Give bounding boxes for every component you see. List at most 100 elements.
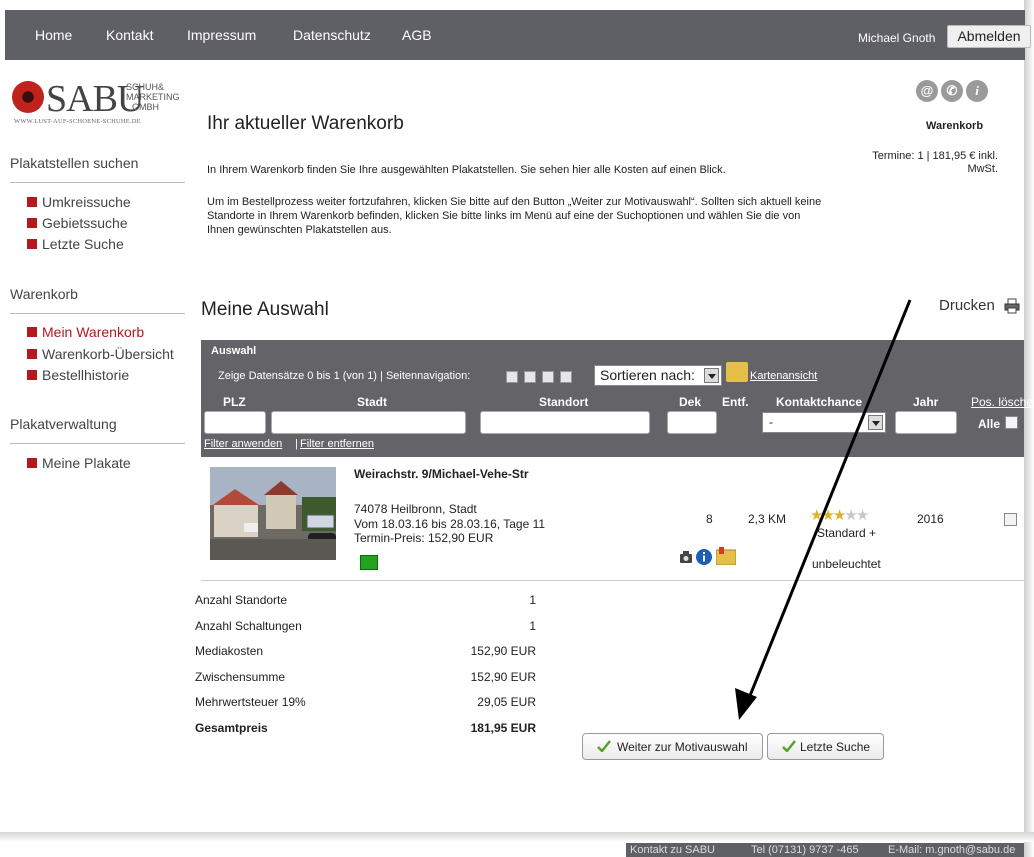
button-label: Letzte Suche bbox=[800, 740, 871, 754]
location-lighting: unbeleuchtet bbox=[812, 557, 881, 571]
totals-label: Mediakosten bbox=[195, 644, 264, 658]
prev-page-button[interactable] bbox=[524, 371, 536, 383]
location-dek: 8 bbox=[706, 512, 713, 526]
filter-apply-link[interactable]: Filter anwenden bbox=[204, 438, 282, 450]
nav-impressum[interactable]: Impressum bbox=[187, 27, 256, 43]
continue-motif-button[interactable]: Weiter zur Motivauswahl bbox=[582, 733, 763, 760]
sidebar-item-label: Gebietssuche bbox=[42, 215, 128, 231]
plz-filter-input[interactable] bbox=[204, 411, 266, 434]
location-price: Termin-Preis: 152,90 EUR bbox=[354, 531, 494, 545]
first-page-button[interactable] bbox=[506, 371, 518, 383]
sidebar-item-label: Umkreissuche bbox=[42, 194, 131, 210]
table-header-title: Auswahl bbox=[211, 345, 257, 357]
last-page-button[interactable] bbox=[560, 371, 572, 383]
footer-email[interactable]: E-Mail: m.gnoth@sabu.de bbox=[888, 844, 1015, 856]
phone-icon[interactable]: ✆ bbox=[941, 80, 963, 102]
stadt-filter-input[interactable] bbox=[271, 411, 466, 434]
logo-subtitle-line: GMBH bbox=[132, 102, 159, 112]
filter-remove-link[interactable]: Filter entfernen bbox=[300, 438, 374, 450]
nav-agb[interactable]: AGB bbox=[402, 27, 432, 43]
logo-url: WWW.LUST-AUF-SCHOENE-SCHUHE.DE bbox=[14, 118, 141, 125]
sidebar-heading-search: Plakatstellen suchen bbox=[10, 155, 139, 171]
sidebar-heading-admin: Plakatverwaltung bbox=[10, 416, 117, 432]
delete-position-checkbox[interactable] bbox=[1004, 513, 1017, 526]
print-icon[interactable] bbox=[1004, 298, 1020, 314]
location-year: 2016 bbox=[917, 512, 944, 526]
sidebar-item-label: Warenkorb-Übersicht bbox=[42, 346, 174, 362]
column-header-stadt: Stadt bbox=[357, 395, 387, 409]
sidebar-divider bbox=[10, 313, 185, 314]
select-all-label: Alle bbox=[978, 417, 1001, 431]
bullet-square-icon bbox=[27, 349, 37, 359]
column-header-kontaktchance: Kontaktchance bbox=[776, 395, 863, 409]
totals-value: 1 bbox=[529, 593, 536, 607]
sidebar-item-label: Mein Warenkorb bbox=[42, 324, 145, 340]
instructions-text: Um im Bestellprozess weiter fortzufahren… bbox=[207, 196, 822, 236]
column-header-standort: Standort bbox=[539, 395, 589, 409]
green-flag-icon bbox=[360, 555, 378, 570]
kontaktchance-value: - bbox=[769, 415, 773, 429]
totals-label: Anzahl Schaltungen bbox=[195, 619, 302, 633]
select-all-checkbox[interactable] bbox=[1005, 416, 1018, 429]
logout-button[interactable]: Abmelden bbox=[947, 25, 1031, 48]
nav-home[interactable]: Home bbox=[35, 27, 72, 43]
sidebar-item-label: Bestellhistorie bbox=[42, 367, 130, 383]
row-icons bbox=[679, 547, 739, 567]
location-photo[interactable] bbox=[210, 467, 336, 560]
email-icon[interactable]: @ bbox=[916, 80, 938, 102]
top-navigation: Home Kontakt Impressum Datenschutz AGB M… bbox=[5, 10, 1031, 60]
button-label: Weiter zur Motivauswahl bbox=[617, 740, 748, 754]
jahr-filter-input[interactable] bbox=[895, 411, 957, 434]
column-header-entf: Entf. bbox=[722, 395, 749, 409]
totals-value: 29,05 EUR bbox=[477, 695, 536, 709]
contact-icons: @ ✆ i bbox=[916, 80, 996, 102]
page-shadow-right bbox=[1024, 0, 1034, 857]
nav-datenschutz[interactable]: Datenschutz bbox=[293, 27, 371, 43]
info-icon[interactable]: i bbox=[966, 80, 988, 102]
star-filled-icon: ★ bbox=[810, 507, 824, 524]
intro-text: In Ihrem Warenkorb finden Sie Ihre ausge… bbox=[207, 164, 726, 176]
sidebar-divider bbox=[10, 182, 185, 183]
map-icon[interactable] bbox=[716, 547, 736, 565]
star-filled-icon: ★ bbox=[821, 507, 835, 524]
sidebar-item-label: Meine Plakate bbox=[42, 455, 131, 471]
footer-contact[interactable]: Kontakt zu SABU bbox=[630, 844, 715, 856]
footer-phone: Tel (07131) 9737 -465 bbox=[751, 844, 859, 856]
totals-value: 152,90 EUR bbox=[470, 644, 536, 658]
dek-filter-input[interactable] bbox=[667, 411, 717, 434]
map-icon[interactable] bbox=[726, 362, 748, 382]
totals-value-total: 181,95 EUR bbox=[470, 721, 536, 735]
logo-subtitle: SCHUH& MARKETING GMBH bbox=[126, 82, 180, 112]
totals-value: 1 bbox=[529, 619, 536, 633]
flower-logo-icon bbox=[12, 81, 44, 113]
bullet-square-icon bbox=[27, 327, 37, 337]
last-search-button[interactable]: Letzte Suche bbox=[767, 733, 884, 760]
print-link[interactable]: Drucken bbox=[939, 297, 995, 314]
nav-kontakt[interactable]: Kontakt bbox=[106, 27, 153, 43]
star-filled-icon: ★ bbox=[832, 507, 847, 524]
bullet-square-icon bbox=[27, 197, 37, 207]
delete-positions-link[interactable]: Pos. löschen bbox=[971, 395, 1034, 409]
info-icon[interactable] bbox=[696, 549, 712, 565]
cart-title: Warenkorb bbox=[926, 120, 984, 132]
star-empty-icon: ★ bbox=[855, 507, 870, 524]
sort-select[interactable]: Sortieren nach: bbox=[594, 365, 722, 386]
totals-label-total: Gesamtpreis bbox=[195, 721, 268, 735]
kontaktchance-select[interactable]: - bbox=[762, 412, 886, 433]
logo-subtitle-line: MARKETING bbox=[126, 92, 180, 102]
cart-summary: Termine: 1 | 181,95 € inkl. MwSt. bbox=[872, 150, 998, 175]
standort-filter-input[interactable] bbox=[480, 411, 650, 434]
checkmark-icon bbox=[597, 740, 611, 752]
page-shadow-bottom bbox=[0, 832, 1034, 842]
sort-select-label: Sortieren nach: bbox=[600, 367, 695, 383]
sabu-logo[interactable]: SABU SCHUH& MARKETING GMBH WWW.LUST-AUF-… bbox=[12, 80, 192, 130]
selection-title: Meine Auswahl bbox=[201, 299, 329, 320]
next-page-button[interactable] bbox=[542, 371, 554, 383]
map-view-link[interactable]: Kartenansicht bbox=[750, 370, 817, 382]
page-title: Ihr aktueller Warenkorb bbox=[207, 113, 404, 134]
camera-icon[interactable] bbox=[679, 550, 693, 564]
star-empty-icon: ★ bbox=[844, 507, 858, 524]
column-header-plz: PLZ bbox=[223, 395, 246, 409]
logo-subtitle-line: SCHUH& bbox=[126, 82, 165, 92]
location-street: Weirachstr. 9/Michael-Vehe-Str bbox=[354, 467, 529, 481]
